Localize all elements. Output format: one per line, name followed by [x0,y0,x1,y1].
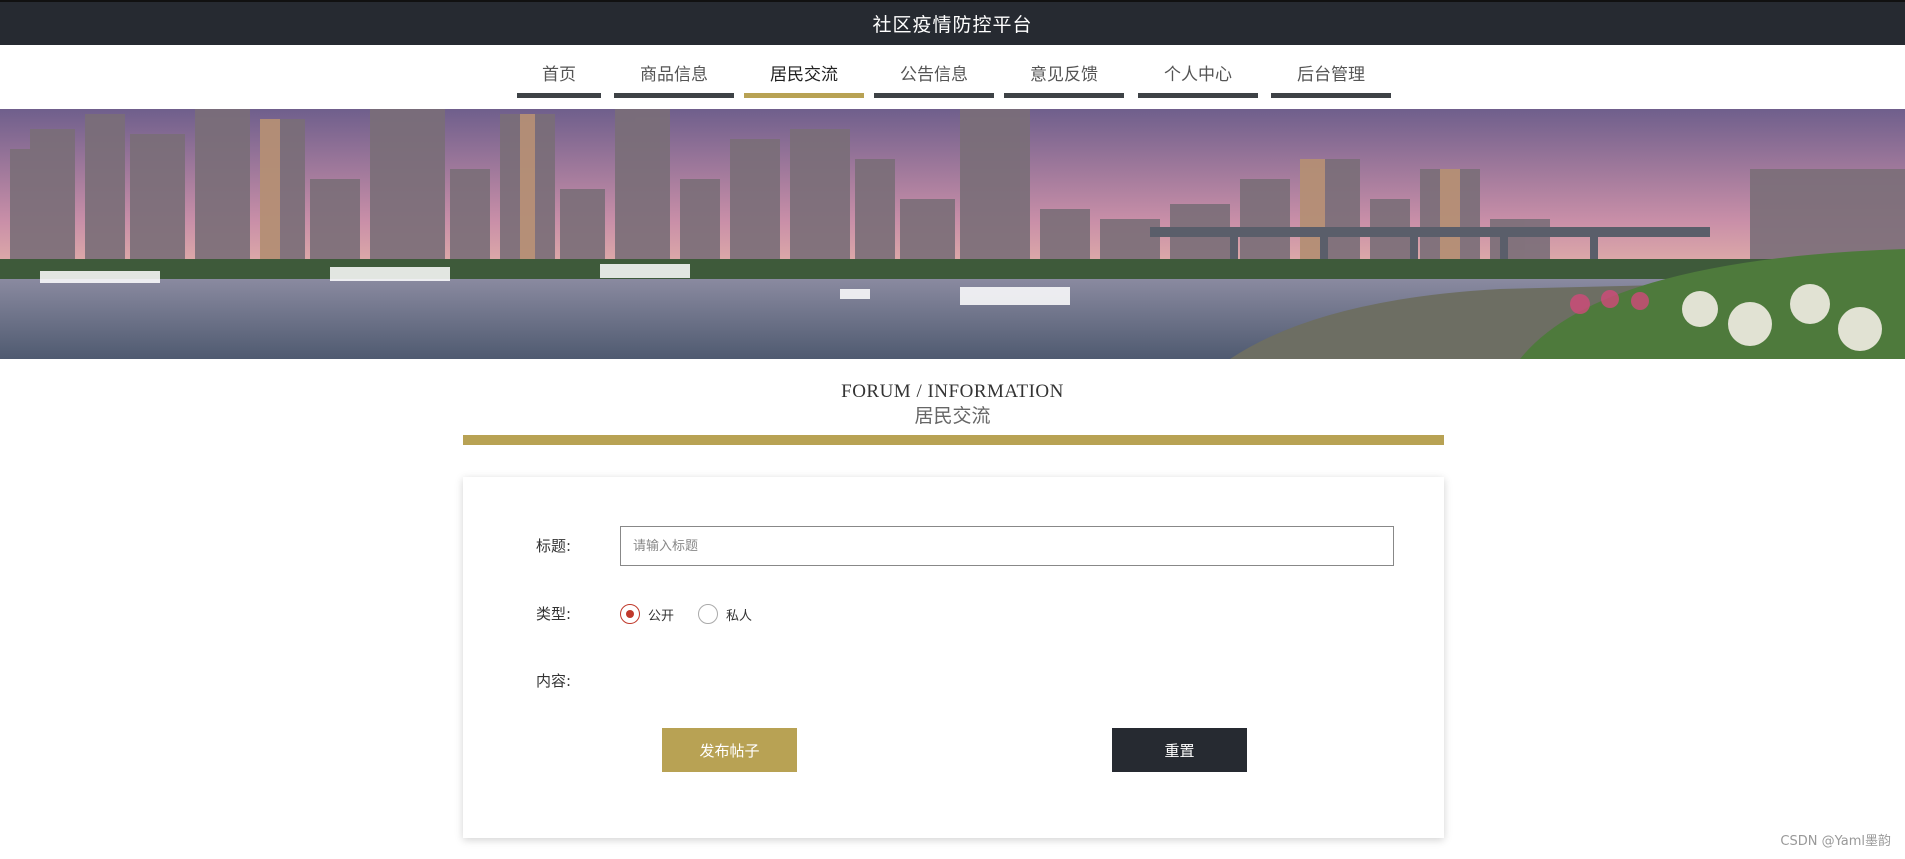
publish-post-button[interactable]: 发布帖子 [662,728,797,772]
top-header: 社区疫情防控平台 [0,0,1905,45]
nav-item-admin[interactable]: 后台管理 [1271,60,1391,98]
nav-underline [1138,93,1258,98]
banner-image [0,109,1905,359]
type-radio-group: 公开 私人 [620,604,776,624]
section-heading-cn: 居民交流 [914,405,991,427]
title-input[interactable] [620,526,1394,566]
nav-item-feedback[interactable]: 意见反馈 [1004,60,1124,98]
nav-item-label: 商品信息 [640,65,708,85]
nav-item-label: 意见反馈 [1030,65,1098,85]
nav-underline [1004,93,1124,98]
nav-item-profile[interactable]: 个人中心 [1138,60,1258,98]
nav-item-label: 居民交流 [770,65,838,85]
site-title: 社区疫情防控平台 [872,14,1033,36]
nav-item-label: 首页 [542,65,576,85]
nav-item-home[interactable]: 首页 [517,60,601,98]
post-form-card: 标题: 类型: 公开 私人 内容: 发布帖子 重置 [463,477,1444,838]
radio-private[interactable] [698,604,719,624]
nav-underline [517,93,601,98]
section-heading-en: FORUM / INFORMATION [841,381,1064,402]
nav-underline [614,93,734,98]
nav-underline [1271,93,1391,98]
city-skyline-banner [0,109,1905,359]
radio-private-label[interactable]: 私人 [726,605,752,624]
nav-item-products[interactable]: 商品信息 [614,60,734,98]
nav-item-label: 个人中心 [1164,65,1232,85]
nav-item-forum[interactable]: 居民交流 [744,60,864,98]
content-label: 内容: [536,672,572,690]
nav-item-announcements[interactable]: 公告信息 [874,60,994,98]
nav-item-label: 公告信息 [900,65,968,85]
heading-divider [463,435,1444,445]
type-label: 类型: [536,605,572,623]
reset-button[interactable]: 重置 [1112,728,1247,772]
title-label: 标题: [536,537,572,555]
nav-underline-active [744,93,864,98]
nav-underline [874,93,994,98]
radio-public-label[interactable]: 公开 [648,605,674,624]
main-nav: 首页 商品信息 居民交流 公告信息 意见反馈 个人中心 后台管理 [0,45,1905,109]
nav-item-label: 后台管理 [1297,65,1365,85]
radio-public[interactable] [620,604,640,624]
watermark: CSDN @Yaml墨韵 [1780,834,1891,849]
